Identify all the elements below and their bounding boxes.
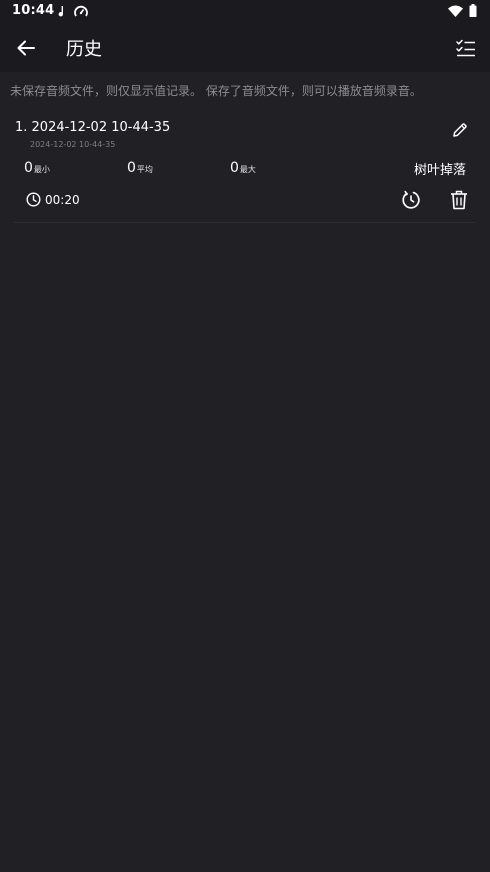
delete-button[interactable] [447,188,471,212]
record-duration: 00:20 [26,192,80,207]
back-button[interactable] [10,32,42,64]
record-category: 树叶掉落 [413,163,466,178]
edit-button[interactable] [448,118,472,142]
stat-max-label: 最大 [239,165,256,174]
trash-icon [451,190,467,210]
replay-button[interactable] [399,188,423,212]
page-title: 历史 [66,39,102,60]
stat-avg-label: 平均 [136,165,153,174]
stat-min-label: 最小 [33,165,50,174]
duration-text: 00:20 [45,192,80,207]
music-note-icon [58,6,64,17]
stat-max: 0 最大 [230,160,256,176]
app-bar: 历史 [0,24,490,72]
stat-max-value: 0 [230,160,239,176]
record-subtitle: 2024-12-02 10-44-35 [30,140,116,149]
stat-min: 0 最小 [24,160,50,176]
record-title: 1. 2024-12-02 10-44-35 [15,120,171,135]
clock-icon [26,192,41,207]
status-time: 10:44 [12,3,55,18]
checklist-icon [456,39,475,57]
battery-icon [469,4,477,17]
stat-avg: 0 平均 [127,160,153,176]
info-notice: 未保存音频文件，则仅显示值记录。 保存了音频文件，则可以播放音频录音。 [10,84,422,98]
speedometer-icon [74,5,88,17]
checklist-button[interactable] [450,32,482,64]
wifi-icon [448,5,463,17]
status-bar: 10:44 [0,0,490,24]
arrow-left-icon [17,40,35,56]
history-screen: 10:44 历史 未保存音频文件，则仅显示值记录。 保存了音频文件，则可以播放音… [0,0,490,872]
stat-min-value: 0 [24,160,33,176]
pencil-icon [453,123,467,137]
stat-avg-value: 0 [127,160,136,176]
list-item[interactable]: 1. 2024-12-02 10-44-35 2024-12-02 10-44-… [14,112,476,223]
replay-icon [402,190,420,209]
